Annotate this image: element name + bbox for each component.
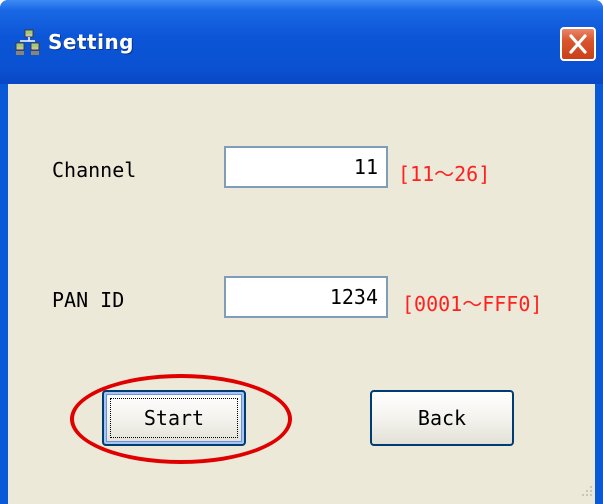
resize-grip-icon[interactable] (580, 484, 594, 498)
channel-input[interactable] (224, 146, 388, 188)
close-button[interactable] (560, 27, 596, 61)
dialog-body: Channel [11～26] PAN ID [0001～FFF0] Start… (8, 84, 595, 504)
start-button-label: Start (143, 406, 205, 430)
back-button[interactable]: Back (370, 390, 514, 446)
title-bar[interactable]: Setting (0, 0, 603, 84)
channel-label: Channel (52, 158, 137, 182)
back-button-label: Back (417, 406, 467, 430)
close-icon (569, 34, 587, 54)
pan-id-range: [0001～FFF0] (402, 292, 543, 316)
window-title: Setting (48, 30, 134, 54)
network-nodes-icon (14, 28, 44, 58)
pan-id-input[interactable] (224, 276, 388, 318)
setting-window: Setting Channel [11～26] PAN ID [0001～FFF… (0, 0, 603, 504)
pan-id-label: PAN ID (52, 288, 125, 312)
start-button[interactable]: Start (102, 390, 246, 446)
channel-range: [11～26] (398, 162, 491, 186)
